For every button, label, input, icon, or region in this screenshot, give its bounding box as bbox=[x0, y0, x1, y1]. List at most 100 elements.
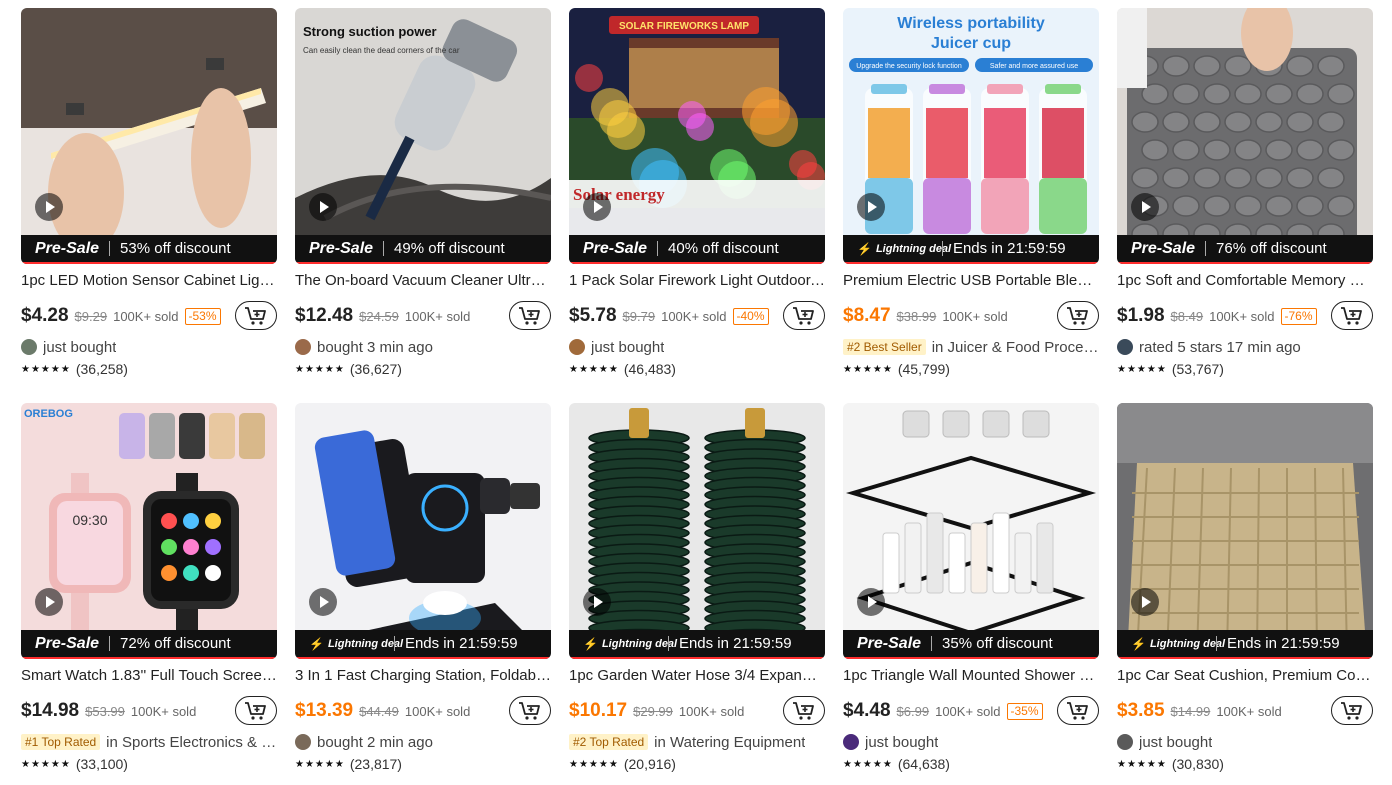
ranking-badge[interactable]: #1 Top Rated bbox=[21, 734, 101, 750]
social-proof: just bought bbox=[843, 732, 1099, 752]
product-title[interactable]: Smart Watch 1.83'' Full Touch Screen Fit… bbox=[21, 667, 277, 684]
play-video-icon[interactable] bbox=[857, 588, 885, 616]
play-video-icon[interactable] bbox=[1131, 193, 1159, 221]
product-title[interactable]: 1pc LED Motion Sensor Cabinet Light, Mag… bbox=[21, 272, 277, 289]
play-video-icon[interactable] bbox=[583, 588, 611, 616]
product-card[interactable]: Wireless portability Juicer cup Upgrade th… bbox=[843, 8, 1099, 383]
thumb-heading: SOLAR FIREWORKS LAMP bbox=[619, 21, 749, 32]
rating[interactable]: ★★★★★ (36,258) bbox=[21, 360, 128, 378]
social-proof-text: just bought bbox=[1139, 733, 1213, 751]
star-rating-icon: ★★★★★ bbox=[843, 758, 893, 770]
product-image[interactable]: OREBOG 09:30 Pre-Sale 72% off discount bbox=[21, 403, 277, 659]
rating[interactable]: ★★★★★ (64,638) bbox=[843, 755, 950, 773]
product-title[interactable]: 1pc Soft and Comfortable Memory Foam Bat… bbox=[1117, 272, 1373, 289]
review-count: (64,638) bbox=[897, 756, 950, 772]
product-card[interactable]: ⚡ Lightning deal Ends in 21:59:59 1pc Garde… bbox=[569, 403, 825, 778]
rating[interactable]: ★★★★★ (53,767) bbox=[1117, 360, 1224, 378]
add-to-cart-button[interactable] bbox=[235, 301, 277, 330]
social-proof-text: in Juicer & Food Processors bbox=[931, 338, 1099, 356]
rating[interactable]: ★★★★★ (33,100) bbox=[21, 755, 128, 773]
social-proof-text: bought 3 min ago bbox=[317, 338, 433, 356]
product-title[interactable]: The On-board Vacuum Cleaner Ultra Portab… bbox=[295, 272, 551, 289]
ranking-badge[interactable]: #2 Top Rated bbox=[569, 734, 649, 750]
promo-banner: Pre-Sale 53% off discount bbox=[21, 235, 277, 264]
product-grid: Pre-Sale 53% off discount 1pc LED Motion S… bbox=[0, 0, 1392, 785]
product-image-art bbox=[21, 8, 277, 264]
product-card[interactable]: Strong suction power Can easily clean the… bbox=[295, 8, 551, 383]
product-image[interactable]: ⚡ Lightning deal Ends in 21:59:59 bbox=[295, 403, 551, 659]
product-title[interactable]: 1pc Car Seat Cushion, Premium Comfort Pa… bbox=[1117, 667, 1373, 684]
product-card[interactable]: Pre-Sale 35% off discount 1pc Triangle Wal… bbox=[843, 403, 1099, 778]
product-card[interactable]: OREBOG 09:30 Pre-Sale 72% off discount Smart… bbox=[21, 403, 277, 778]
rating[interactable]: ★★★★★ (45,799) bbox=[843, 360, 950, 378]
product-title[interactable]: 1pc Triangle Wall Mounted Shower Caddy S… bbox=[843, 667, 1099, 684]
add-to-cart-button[interactable] bbox=[509, 696, 551, 725]
sold-count: 100K+ sold bbox=[942, 308, 1008, 324]
product-title[interactable]: 1 Pack Solar Firework Light Outdoor, Wat… bbox=[569, 272, 825, 289]
social-proof-text: just bought bbox=[865, 733, 939, 751]
product-image[interactable]: ⚡ Lightning deal Ends in 21:59:59 bbox=[1117, 403, 1373, 659]
product-image[interactable]: SOLAR FIREWORKS LAMP Solar energy Pre-Sale… bbox=[569, 8, 825, 264]
add-to-cart-button[interactable] bbox=[509, 301, 551, 330]
sold-count: 100K+ sold bbox=[678, 703, 745, 719]
promo-banner: ⚡ Lightning deal Ends in 21:59:59 bbox=[569, 630, 825, 659]
social-proof: just bought bbox=[21, 337, 277, 357]
add-to-cart-button[interactable] bbox=[235, 696, 277, 725]
product-image[interactable]: Pre-Sale 53% off discount bbox=[21, 8, 277, 264]
ranking-badge[interactable]: #2 Best Seller bbox=[843, 339, 926, 355]
rating[interactable]: ★★★★★ (36,627) bbox=[295, 360, 402, 378]
price-row: $4.48 $6.99 100K+ sold -35% bbox=[843, 696, 1099, 726]
add-to-cart-button[interactable] bbox=[1331, 301, 1373, 330]
cart-plus-icon bbox=[1067, 306, 1088, 325]
cart-plus-icon bbox=[793, 701, 814, 720]
product-title[interactable]: Premium Electric USB Portable Blender Cu… bbox=[843, 272, 1099, 289]
rating[interactable]: ★★★★★ (20,916) bbox=[569, 755, 676, 773]
add-to-cart-button[interactable] bbox=[1057, 301, 1099, 330]
play-video-icon[interactable] bbox=[583, 193, 611, 221]
play-video-icon[interactable] bbox=[1131, 588, 1159, 616]
original-price: $29.99 bbox=[633, 703, 673, 719]
product-card[interactable]: Pre-Sale 53% off discount 1pc LED Motion S… bbox=[21, 8, 277, 383]
banner-divider bbox=[109, 241, 111, 256]
rating[interactable]: ★★★★★ (30,830) bbox=[1117, 755, 1224, 773]
avatar bbox=[1117, 734, 1133, 750]
product-image[interactable]: Pre-Sale 35% off discount bbox=[843, 403, 1099, 659]
play-video-icon[interactable] bbox=[35, 588, 63, 616]
review-count: (20,916) bbox=[623, 756, 676, 772]
thumb-tag: Safer and more assured use bbox=[990, 63, 1078, 70]
add-to-cart-button[interactable] bbox=[1331, 696, 1373, 725]
product-image[interactable]: Wireless portability Juicer cup Upgrade th… bbox=[843, 8, 1099, 264]
product-card[interactable]: ⚡ Lightning deal Ends in 21:59:59 3 In 1 Fa… bbox=[295, 403, 551, 778]
promo-banner: Pre-Sale 40% off discount bbox=[569, 235, 825, 264]
banner-text: 49% off discount bbox=[394, 240, 505, 257]
add-to-cart-button[interactable] bbox=[783, 301, 825, 330]
product-title[interactable]: 1pc Garden Water Hose 3/4 Expandable Hos… bbox=[569, 667, 825, 684]
product-card[interactable]: SOLAR FIREWORKS LAMP Solar energy Pre-Sale… bbox=[569, 8, 825, 383]
add-to-cart-button[interactable] bbox=[1057, 696, 1099, 725]
product-image[interactable]: ⚡ Lightning deal Ends in 21:59:59 bbox=[569, 403, 825, 659]
product-card[interactable]: Pre-Sale 76% off discount 1pc Soft and Com… bbox=[1117, 8, 1373, 383]
product-card[interactable]: ⚡ Lightning deal Ends in 21:59:59 1pc Car S… bbox=[1117, 403, 1373, 778]
product-image[interactable]: Strong suction power Can easily clean the… bbox=[295, 8, 551, 264]
rating[interactable]: ★★★★★ (23,817) bbox=[295, 755, 402, 773]
cart-plus-icon bbox=[245, 306, 266, 325]
original-price: $24.59 bbox=[359, 308, 399, 324]
product-image[interactable]: Pre-Sale 76% off discount bbox=[1117, 8, 1373, 264]
play-video-icon[interactable] bbox=[309, 193, 337, 221]
promo-banner: Pre-Sale 72% off discount bbox=[21, 630, 277, 659]
product-image-art bbox=[1117, 403, 1373, 659]
play-video-icon[interactable] bbox=[35, 193, 63, 221]
original-price: $9.79 bbox=[622, 308, 656, 324]
product-image-art bbox=[295, 403, 551, 659]
original-price: $6.99 bbox=[896, 703, 930, 719]
add-to-cart-button[interactable] bbox=[783, 696, 825, 725]
play-video-icon[interactable] bbox=[309, 588, 337, 616]
original-price: $44.49 bbox=[359, 703, 399, 719]
rating[interactable]: ★★★★★ (46,483) bbox=[569, 360, 676, 378]
product-title[interactable]: 3 In 1 Fast Charging Station, Foldable W… bbox=[295, 667, 551, 684]
social-proof-text: in Watering Equipment bbox=[654, 733, 806, 751]
banner-type: Lightning deal bbox=[327, 637, 404, 650]
banner-divider bbox=[667, 636, 669, 651]
banner-text: 72% off discount bbox=[120, 635, 231, 652]
play-video-icon[interactable] bbox=[857, 193, 885, 221]
